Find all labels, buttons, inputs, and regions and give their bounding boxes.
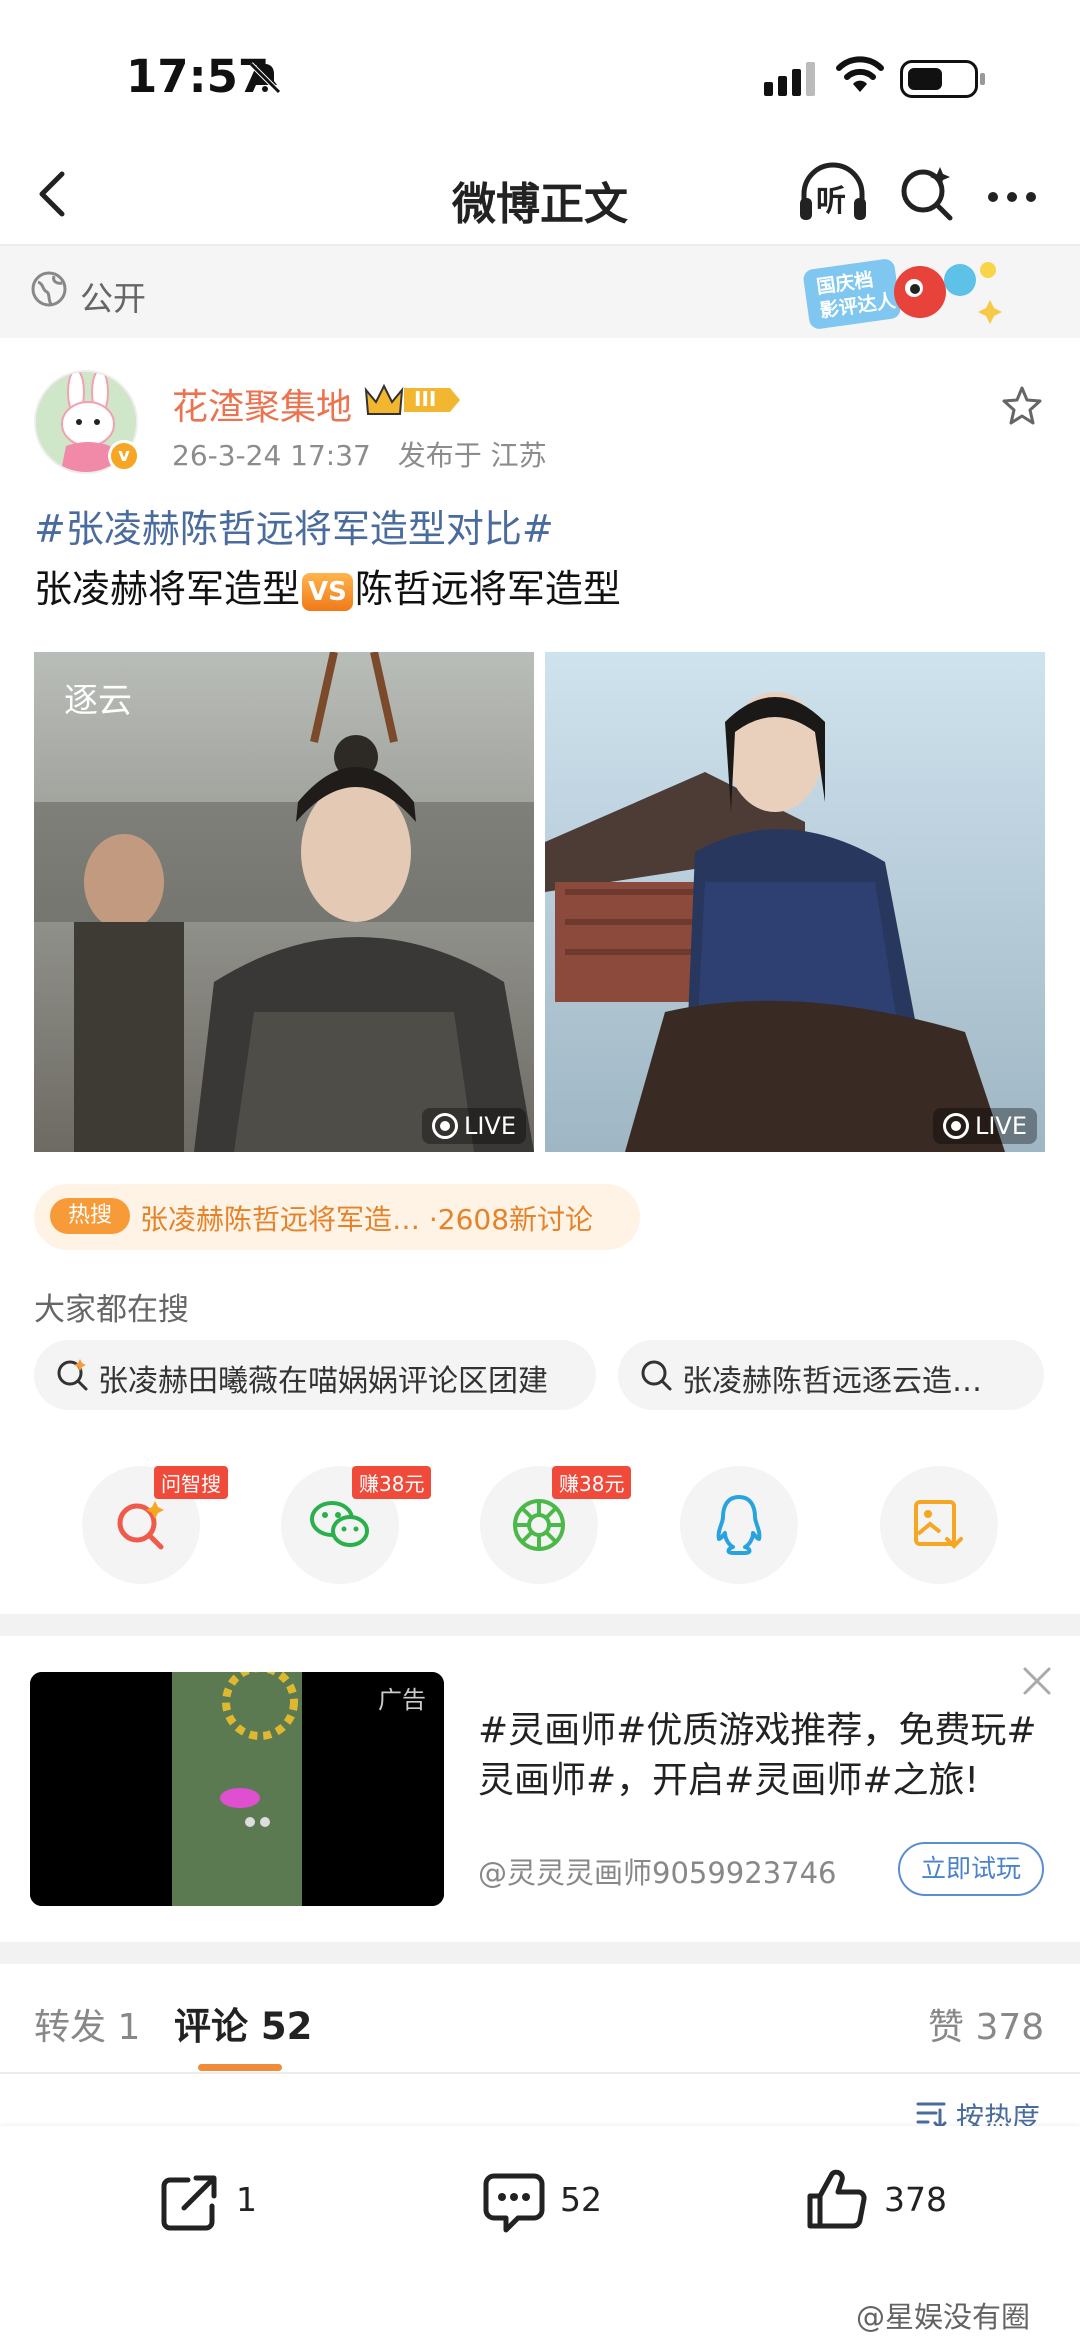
thumbs-up-icon <box>807 2169 867 2229</box>
source-watermark: @星娱没有圈 <box>856 2300 1031 2334</box>
section-separator <box>0 1942 1080 1964</box>
globe-icon <box>31 271 67 307</box>
ai-search-icon[interactable] <box>896 163 956 223</box>
repost-icon <box>161 2175 217 2231</box>
cell-signal-icon <box>764 62 820 96</box>
tab-repost[interactable]: 转发 1 <box>34 1998 140 2050</box>
screen: 17:57 微博正文 听 公开 国庆档 影评达人 v 花渣聚集地 III 26-… <box>0 0 1080 2346</box>
ad-text[interactable]: #灵画师#优质游戏推荐，免费玩#灵画师#，开启#灵画师#之旅! <box>478 1706 1038 1806</box>
post-image-1[interactable]: 逐云 LIVE <box>34 652 534 1152</box>
tab-like[interactable]: 赞 378 <box>928 1998 1044 2050</box>
live-badge: LIVE <box>932 1108 1037 1144</box>
section-separator <box>0 1614 1080 1636</box>
promo-badge[interactable]: 国庆档 影评达人 <box>800 250 1010 334</box>
search-chip[interactable]: 张凌赫田曦薇在喵娲娲评论区团建 <box>34 1340 596 1410</box>
listen-label: 听 <box>816 184 846 219</box>
listen-button[interactable]: 听 <box>796 160 870 226</box>
post-image-2[interactable]: LIVE <box>545 652 1045 1152</box>
ad-source[interactable]: @灵灵灵画师9059923746 <box>478 1850 837 1892</box>
divider <box>0 2072 1080 2074</box>
share-save-image-button[interactable] <box>880 1466 998 1584</box>
ai-search-icon <box>117 1501 164 1550</box>
general-horseback-photo <box>545 652 1045 1152</box>
general-armor-photo: 逐云 <box>34 652 534 1152</box>
post-meta: 26-3-24 17:37 发布于 江苏 <box>172 434 547 474</box>
comment-count: 52 <box>560 2180 602 2219</box>
crown-icon <box>364 383 460 415</box>
qq-icon <box>716 1495 762 1555</box>
visibility-label: 公开 <box>80 279 146 318</box>
mute-bell-icon <box>249 62 281 94</box>
hot-search-icon <box>57 1359 88 1391</box>
image-watermark: 逐云 <box>64 681 132 721</box>
everyone-search-label: 大家都在搜 <box>34 1292 189 1328</box>
search-chip[interactable]: 张凌赫陈哲远逐云造… <box>618 1340 1044 1410</box>
vs-emoji: VS <box>302 572 353 611</box>
like-count: 378 <box>884 2180 947 2219</box>
favorite-star-icon[interactable] <box>1000 384 1044 428</box>
tab-comment[interactable]: 评论 52 <box>174 1996 312 2050</box>
post-body-part1: 张凌赫将军造型 <box>34 567 301 611</box>
repost-button[interactable]: 1 <box>158 2166 308 2238</box>
like-button[interactable]: 378 <box>804 2166 974 2238</box>
live-badge: LIVE <box>421 1108 526 1144</box>
close-icon[interactable] <box>1022 1666 1052 1696</box>
verified-badge: v <box>108 440 140 472</box>
live-label: LIVE <box>463 1112 516 1140</box>
author-name[interactable]: 花渣聚集地 <box>172 378 352 430</box>
post-body-part2: 陈哲远将军造型 <box>354 567 621 611</box>
save-image-icon <box>914 1500 963 1549</box>
battery-icon <box>900 60 985 98</box>
search-chip-text: 张凌赫陈哲远逐云造… <box>682 1364 982 1399</box>
live-icon <box>942 1113 969 1139</box>
rank-level: III <box>414 387 437 411</box>
live-icon <box>431 1113 458 1139</box>
post-timestamp: 26-3-24 17:37 <box>172 439 371 472</box>
moments-icon <box>513 1499 565 1551</box>
active-tab-indicator <box>198 2064 282 2071</box>
share-tag: 赚38元 <box>552 1466 632 1499</box>
share-tag: 赚38元 <box>352 1466 432 1499</box>
wechat-icon <box>310 1501 369 1547</box>
post-location: 发布于 江苏 <box>397 439 547 472</box>
tab-comment-label: 评论 <box>174 2005 248 2048</box>
post-hashtag[interactable]: #张凌赫陈哲远将军造型对比# <box>34 498 554 553</box>
ad-label: 广告 <box>378 1686 426 1714</box>
repost-count: 1 <box>236 2180 257 2219</box>
share-tag: 问智搜 <box>154 1466 228 1499</box>
tab-comment-count: 52 <box>260 2005 313 2048</box>
hot-search-tag: 热搜 <box>50 1198 130 1234</box>
wifi-icon <box>836 56 884 92</box>
hot-search-text[interactable]: 张凌赫陈哲远将军造… ·2608新讨论 <box>140 1198 593 1238</box>
hot-search-tag-label: 热搜 <box>67 1203 112 1228</box>
post-body: 张凌赫将军造型 VS 陈哲远将军造型 <box>34 558 621 613</box>
search-chip-text: 张凌赫田曦薇在喵娲娲评论区团建 <box>98 1364 548 1399</box>
rank-badge[interactable]: III <box>362 380 462 420</box>
comment-button[interactable]: 52 <box>482 2166 632 2238</box>
ad-play-button[interactable]: 立即试玩 <box>898 1842 1044 1896</box>
live-label: LIVE <box>974 1112 1027 1140</box>
more-icon[interactable] <box>988 187 1045 206</box>
search-icon <box>641 1360 672 1391</box>
share-qq-button[interactable] <box>680 1466 798 1584</box>
comment-icon <box>483 2173 545 2233</box>
